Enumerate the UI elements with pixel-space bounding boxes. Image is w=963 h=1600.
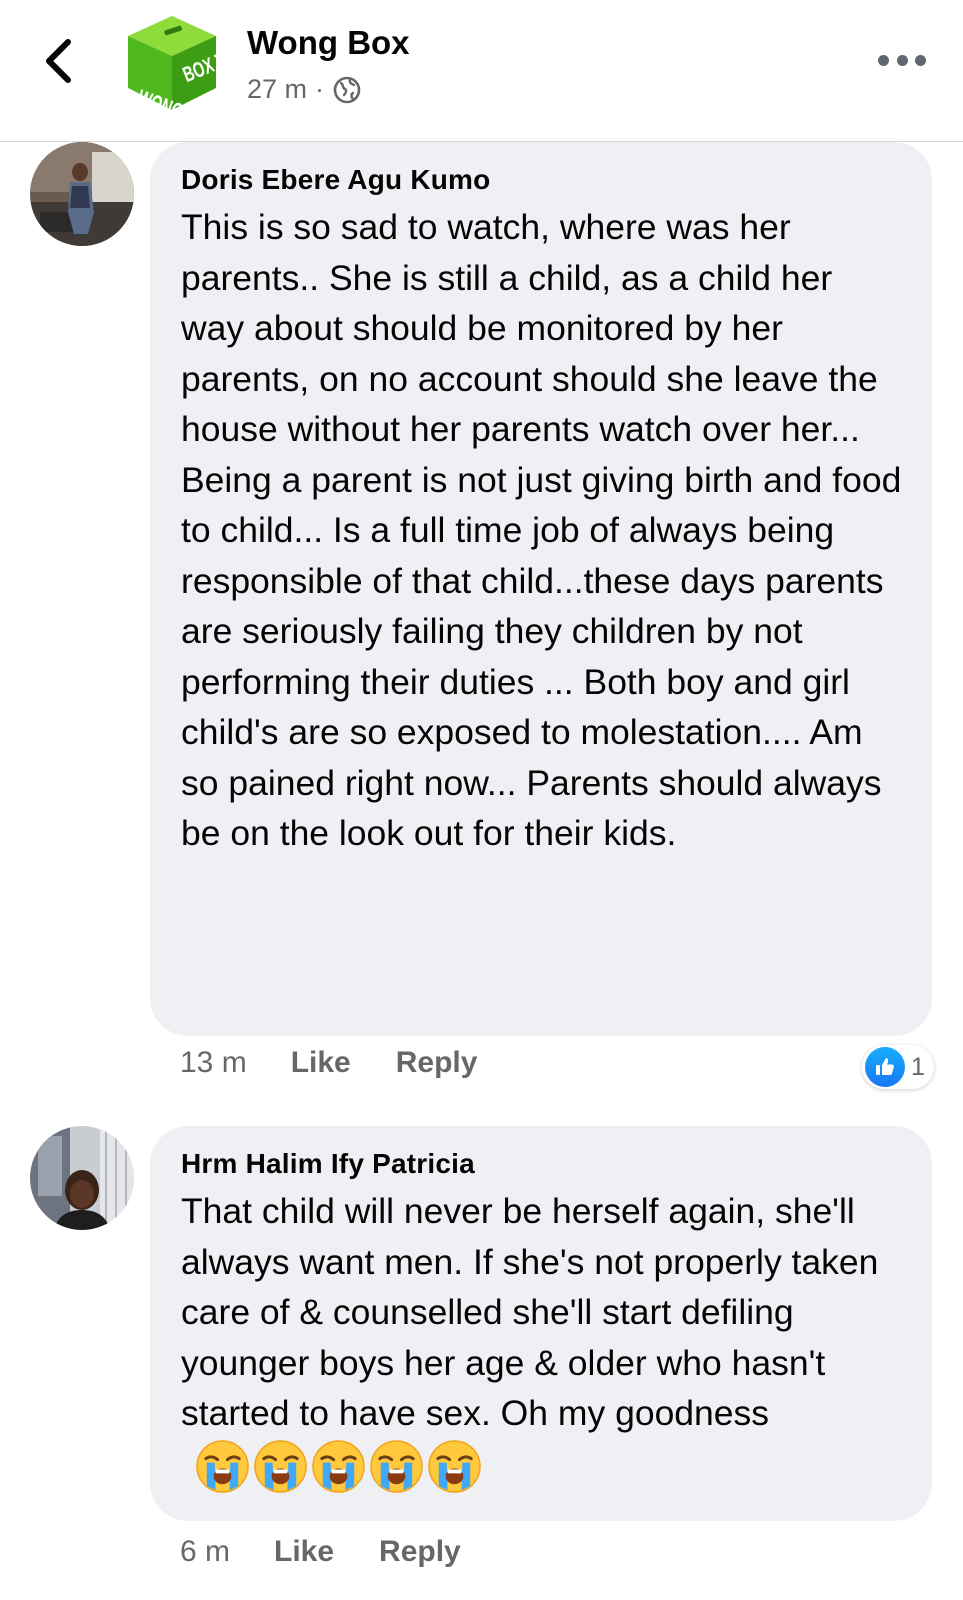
- comment-actions: 13 m Like Reply: [180, 1046, 522, 1080]
- like-button[interactable]: Like: [274, 1535, 334, 1569]
- reply-button[interactable]: Reply: [379, 1535, 461, 1569]
- post-time[interactable]: 27 m: [247, 74, 307, 105]
- reaction-summary[interactable]: 1: [862, 1045, 934, 1089]
- loudly-crying-face-icon: [370, 1439, 423, 1493]
- more-options-button[interactable]: [878, 48, 926, 72]
- more-horizontal-icon: [878, 54, 889, 66]
- wong-box-logo: WONG BOX TV: [128, 16, 239, 126]
- comment-author[interactable]: Doris Ebere Agu Kumo: [181, 162, 490, 198]
- comment-author[interactable]: Hrm Halim Ify Patricia: [181, 1146, 475, 1182]
- comment-time[interactable]: 6 m: [180, 1535, 230, 1569]
- comment-bubble: Hrm Halim Ify Patricia That child will n…: [150, 1126, 932, 1521]
- globe-icon: [333, 76, 361, 103]
- page-name[interactable]: Wong Box: [247, 24, 410, 62]
- comment-bubble: Doris Ebere Agu Kumo This is so sad to w…: [150, 142, 932, 1036]
- comment-time[interactable]: 13 m: [180, 1046, 247, 1080]
- post-header: WONG BOX TV Wong Box 27 m ·: [0, 0, 963, 142]
- emoji-group: [195, 1439, 482, 1494]
- reaction-count: 1: [911, 1052, 925, 1081]
- loudly-crying-face-icon: [196, 1439, 249, 1493]
- comment-text-body: That child will never be herself again, …: [181, 1191, 879, 1433]
- reply-button[interactable]: Reply: [396, 1046, 478, 1080]
- like-button[interactable]: Like: [291, 1046, 351, 1080]
- back-button[interactable]: [40, 38, 80, 84]
- comment-actions: 6 m Like Reply: [180, 1535, 506, 1569]
- loudly-crying-face-icon: [254, 1439, 307, 1493]
- post-meta: 27 m ·: [247, 74, 362, 105]
- loudly-crying-face-icon: [428, 1439, 481, 1493]
- page-avatar[interactable]: WONG BOX TV: [120, 10, 239, 126]
- meta-separator: ·: [315, 74, 325, 104]
- comment-text: That child will never be herself again, …: [181, 1186, 902, 1494]
- loudly-crying-face-icon: [312, 1439, 365, 1493]
- avatar[interactable]: [30, 1126, 134, 1230]
- avatar[interactable]: [30, 142, 134, 246]
- comment-text: This is so sad to watch, where was her p…: [181, 207, 902, 853]
- chevron-left-icon: [46, 39, 71, 83]
- like-icon: [865, 1047, 905, 1087]
